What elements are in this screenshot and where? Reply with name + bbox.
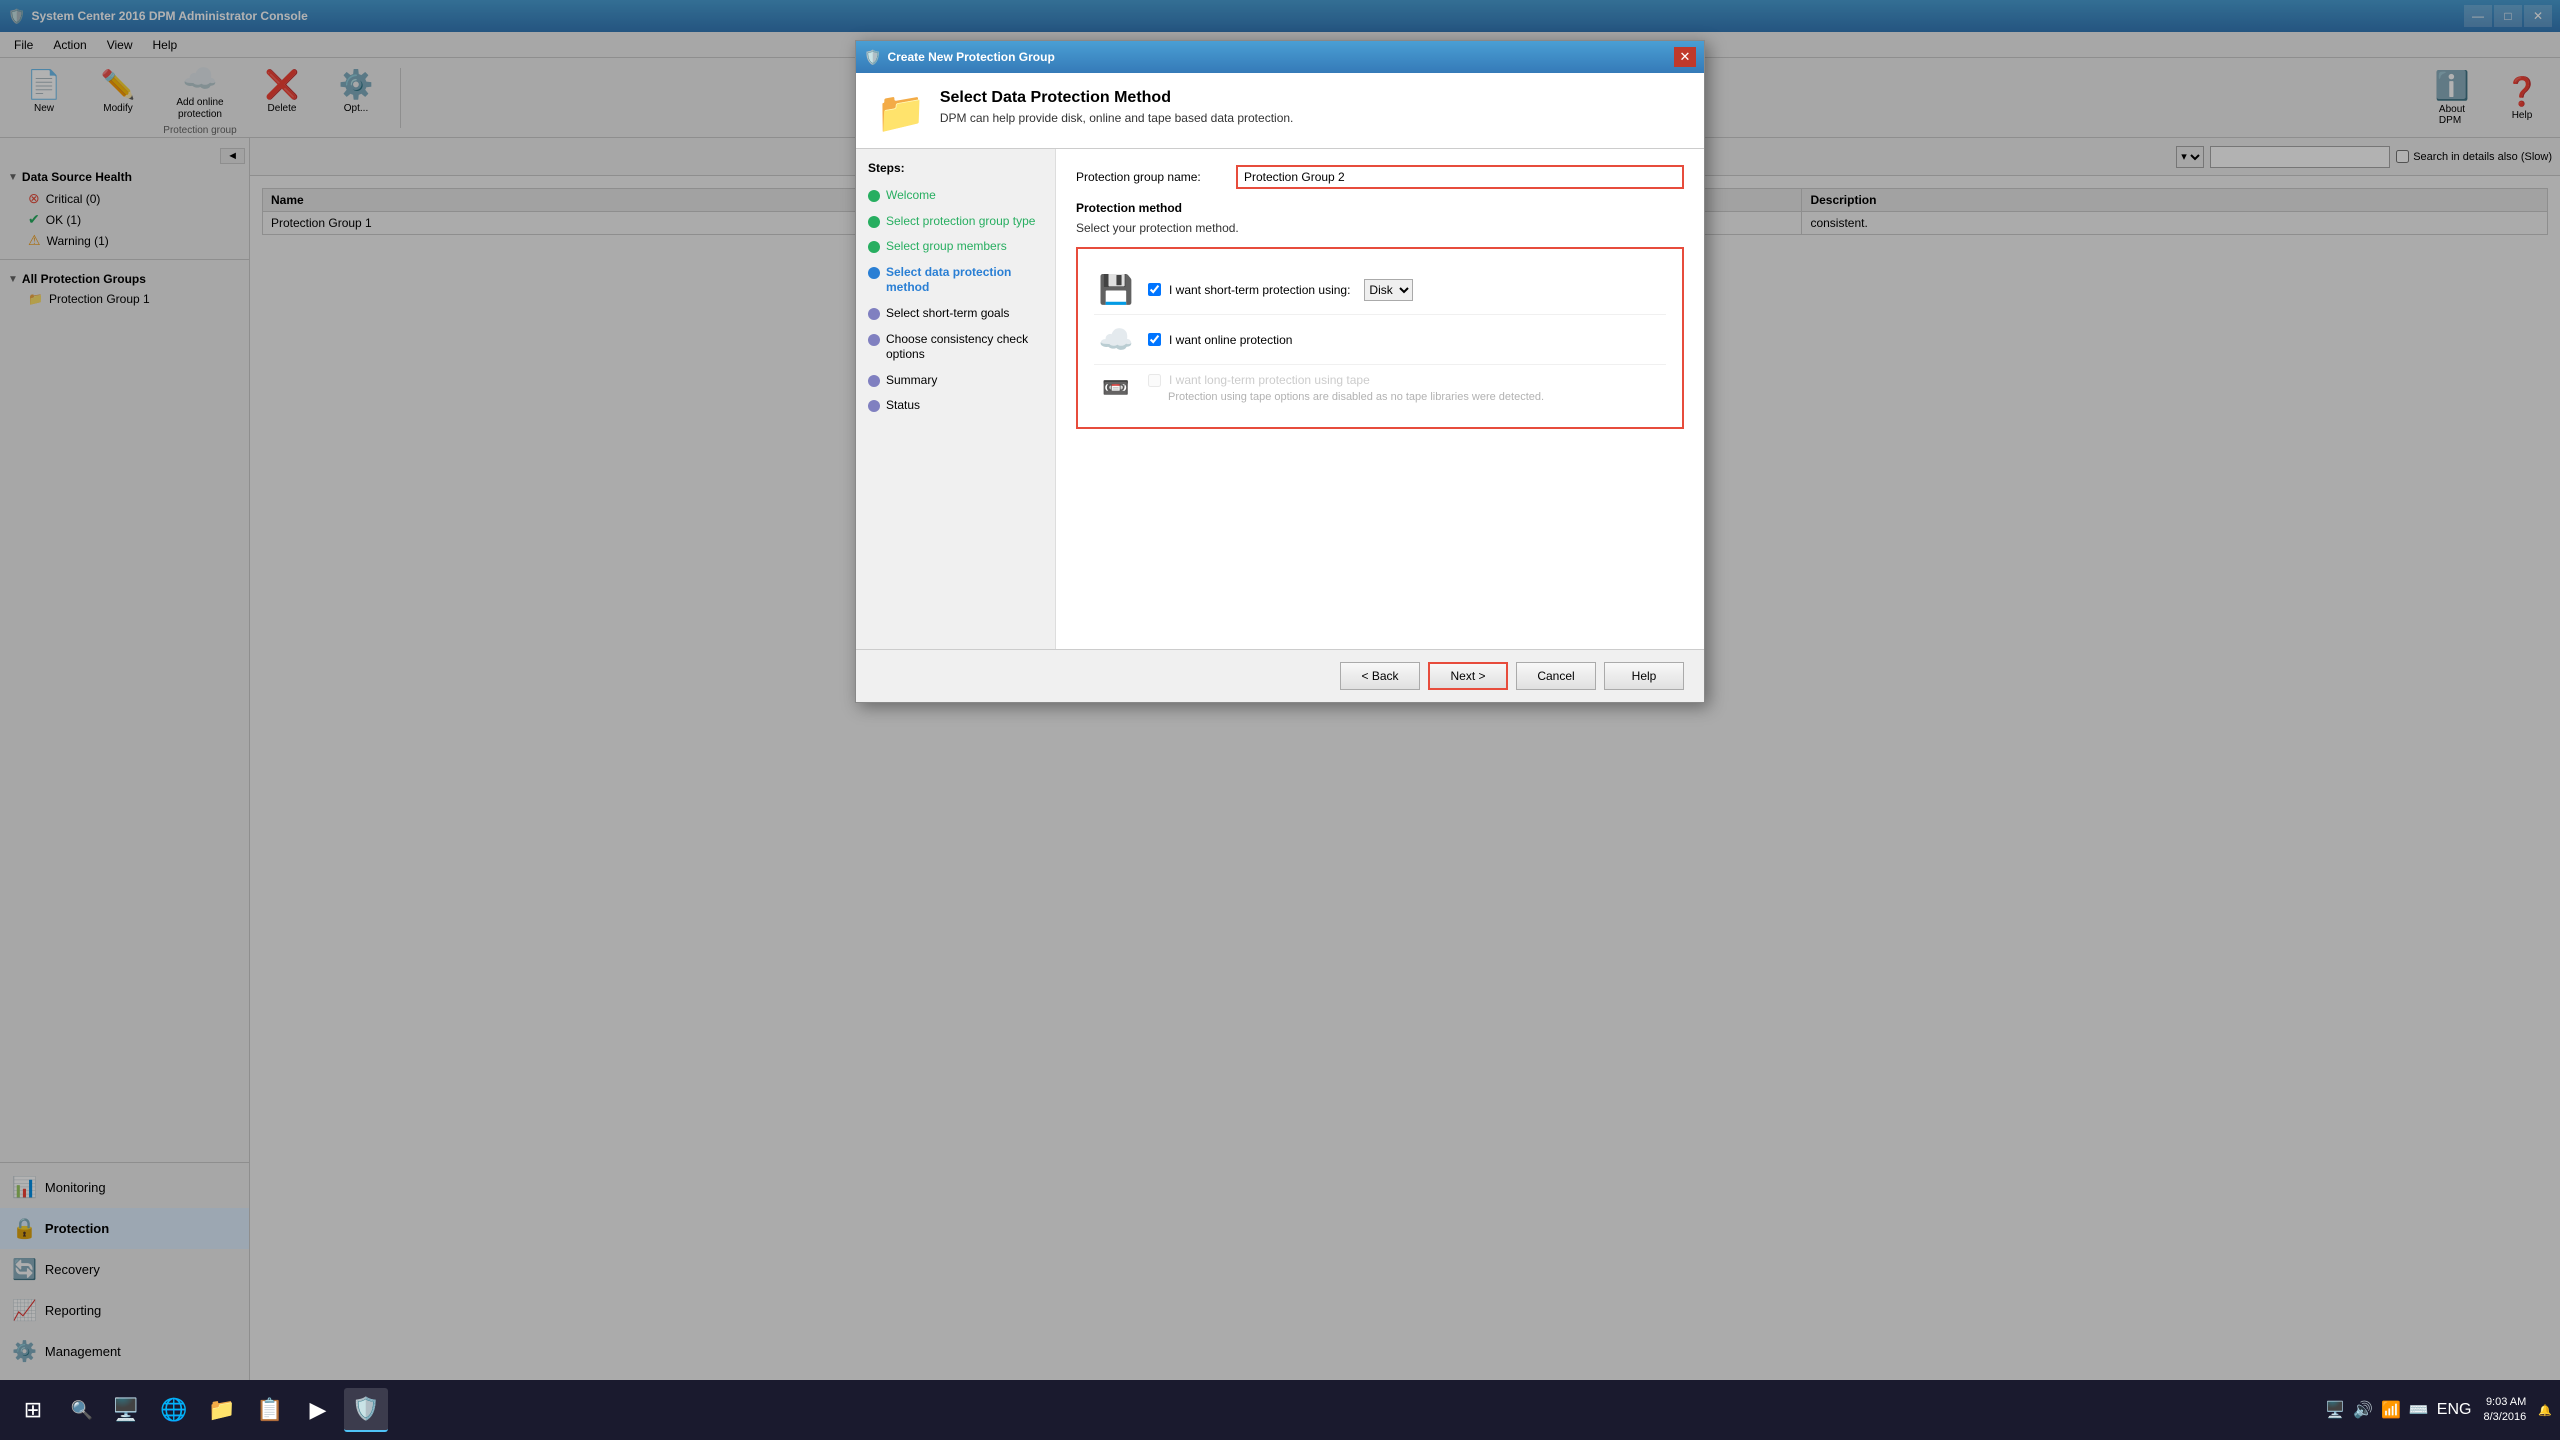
group-name-row: Protection group name: bbox=[1076, 165, 1684, 189]
help-button[interactable]: Help bbox=[1604, 662, 1684, 690]
taskbar-icon-notes[interactable]: 📋 bbox=[248, 1388, 292, 1432]
step-label-select-members: Select group members bbox=[886, 239, 1007, 255]
steps-title: Steps: bbox=[856, 161, 1055, 183]
tape-checkbox bbox=[1148, 374, 1161, 387]
step-select-members[interactable]: Select group members bbox=[856, 234, 1055, 260]
method-option-shortterm: 💾 I want short-term protection using: Di… bbox=[1094, 265, 1666, 315]
method-options-box: 💾 I want short-term protection using: Di… bbox=[1076, 247, 1684, 429]
dialog-close-button[interactable]: ✕ bbox=[1674, 47, 1696, 67]
step-dot-welcome bbox=[868, 190, 880, 202]
step-summary[interactable]: Summary bbox=[856, 368, 1055, 394]
step-label-consistency: Choose consistency check options bbox=[886, 332, 1043, 363]
step-consistency[interactable]: Choose consistency check options bbox=[856, 327, 1055, 368]
tape-subtext: Protection using tape options are disabl… bbox=[1148, 391, 1544, 403]
step-dot-select-type bbox=[868, 216, 880, 228]
tray-monitor-icon: 🖥️ bbox=[2325, 1400, 2345, 1420]
step-short-term[interactable]: Select short-term goals bbox=[856, 301, 1055, 327]
dialog-body: Steps: Welcome Select protection group t… bbox=[856, 149, 1704, 649]
start-button[interactable]: ⊞ bbox=[8, 1385, 58, 1435]
taskbar-search-button[interactable]: 🔍 bbox=[62, 1390, 102, 1430]
tape-content: I want long-term protection using tape P… bbox=[1148, 373, 1662, 403]
tray-sound-icon: 🔊 bbox=[2353, 1400, 2373, 1420]
protection-method-desc: Select your protection method. bbox=[1076, 221, 1684, 235]
taskbar-datetime: 9:03 AM 8/3/2016 bbox=[2483, 1395, 2526, 1426]
taskbar-time: 9:03 AM bbox=[2483, 1395, 2526, 1410]
shortterm-checkbox[interactable] bbox=[1148, 283, 1161, 296]
step-label-select-method: Select data protection method bbox=[886, 265, 1043, 296]
dialog-header-icon: 📁 bbox=[876, 89, 926, 136]
tray-keyboard-icon: ⌨️ bbox=[2409, 1400, 2429, 1420]
next-button[interactable]: Next > bbox=[1428, 662, 1508, 690]
back-button[interactable]: < Back bbox=[1340, 662, 1420, 690]
step-label-status: Status bbox=[886, 398, 920, 414]
shortterm-label: I want short-term protection using: bbox=[1169, 283, 1350, 297]
step-select-type[interactable]: Select protection group type bbox=[856, 209, 1055, 235]
steps-panel: Steps: Welcome Select protection group t… bbox=[856, 149, 1056, 649]
step-dot-select-members bbox=[868, 241, 880, 253]
taskbar-icon-dpm[interactable]: 🛡️ bbox=[344, 1388, 388, 1432]
step-label-welcome: Welcome bbox=[886, 188, 936, 204]
taskbar-date: 8/3/2016 bbox=[2483, 1410, 2526, 1425]
disk-icon: 💾 bbox=[1098, 273, 1134, 306]
step-label-select-type: Select protection group type bbox=[886, 214, 1035, 230]
tape-label: I want long-term protection using tape bbox=[1169, 373, 1370, 387]
step-dot-summary bbox=[868, 375, 880, 387]
online-label: I want online protection bbox=[1169, 333, 1292, 347]
create-protection-group-dialog: 🛡️ Create New Protection Group ✕ 📁 Selec… bbox=[855, 40, 1705, 703]
shortterm-dropdown[interactable]: Disk Tape bbox=[1364, 279, 1413, 301]
method-option-online: ☁️ I want online protection bbox=[1094, 315, 1666, 365]
step-dot-select-method bbox=[868, 267, 880, 279]
dialog-title: Create New Protection Group bbox=[887, 50, 1054, 64]
step-welcome[interactable]: Welcome bbox=[856, 183, 1055, 209]
tray-network-icon: 📶 bbox=[2381, 1400, 2401, 1420]
protection-method-label: Protection method bbox=[1076, 201, 1684, 215]
online-checkbox[interactable] bbox=[1148, 333, 1161, 346]
dialog-titlebar: 🛡️ Create New Protection Group ✕ bbox=[856, 41, 1704, 73]
tape-icon: 📼 bbox=[1098, 375, 1134, 401]
dialog-header-text: Select Data Protection Method DPM can he… bbox=[940, 89, 1294, 125]
taskbar-icon-desktop[interactable]: 🖥️ bbox=[104, 1388, 148, 1432]
group-name-label: Protection group name: bbox=[1076, 170, 1226, 184]
form-panel: Protection group name: Protection method… bbox=[1056, 149, 1704, 649]
protection-method-section: Protection method Select your protection… bbox=[1076, 201, 1684, 429]
dialog-overlay: 🛡️ Create New Protection Group ✕ 📁 Selec… bbox=[0, 0, 2560, 1380]
taskbar-right: 🖥️ 🔊 📶 ⌨️ ENG 9:03 AM 8/3/2016 🔔 bbox=[2325, 1395, 2552, 1426]
step-label-summary: Summary bbox=[886, 373, 937, 389]
dialog-header: 📁 Select Data Protection Method DPM can … bbox=[856, 73, 1704, 149]
dialog-footer: < Back Next > Cancel Help bbox=[856, 649, 1704, 702]
group-name-input[interactable] bbox=[1236, 165, 1684, 189]
cloud-icon: ☁️ bbox=[1098, 323, 1134, 356]
shortterm-content: I want short-term protection using: Disk… bbox=[1148, 279, 1662, 301]
taskbar-icon-terminal[interactable]: ▶ bbox=[296, 1388, 340, 1432]
taskbar-icon-ie[interactable]: 🌐 bbox=[152, 1388, 196, 1432]
taskbar: ⊞ 🔍 🖥️ 🌐 📁 📋 ▶ 🛡️ 🖥️ 🔊 📶 ⌨️ ENG 9:03 AM … bbox=[0, 1380, 2560, 1440]
taskbar-tray: 🖥️ 🔊 📶 ⌨️ ENG bbox=[2325, 1400, 2471, 1420]
step-label-short-term: Select short-term goals bbox=[886, 306, 1009, 322]
step-dot-short-term bbox=[868, 308, 880, 320]
dialog-title-icon: 🛡️ bbox=[864, 49, 881, 66]
taskbar-icon-explorer[interactable]: 📁 bbox=[200, 1388, 244, 1432]
cancel-button[interactable]: Cancel bbox=[1516, 662, 1596, 690]
step-dot-status bbox=[868, 400, 880, 412]
dialog-header-title: Select Data Protection Method bbox=[940, 89, 1294, 107]
taskbar-notification-icon[interactable]: 🔔 bbox=[2538, 1404, 2552, 1417]
step-select-method[interactable]: Select data protection method bbox=[856, 260, 1055, 301]
step-status[interactable]: Status bbox=[856, 393, 1055, 419]
step-dot-consistency bbox=[868, 334, 880, 346]
online-content: I want online protection bbox=[1148, 333, 1662, 347]
method-option-tape: 📼 I want long-term protection using tape… bbox=[1094, 365, 1666, 411]
tray-lang: ENG bbox=[2437, 1401, 2472, 1419]
dialog-header-desc: DPM can help provide disk, online and ta… bbox=[940, 111, 1294, 125]
